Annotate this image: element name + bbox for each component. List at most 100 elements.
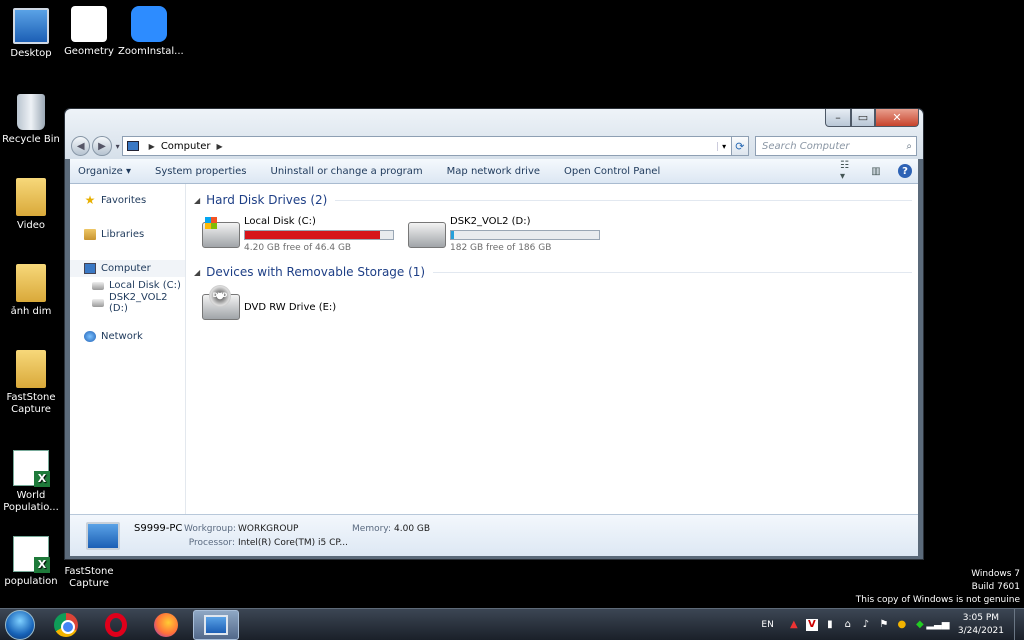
recent-pages-chevron-icon[interactable]: ▾	[116, 142, 120, 151]
drive-name: Local Disk (C:)	[244, 216, 316, 227]
computer-icon	[86, 521, 120, 550]
close-button[interactable]: ✕	[875, 109, 919, 127]
collapse-triangle-icon[interactable]: ◢	[194, 268, 200, 277]
desktop-icon-faststone-2[interactable]: FastStone Capture	[58, 566, 120, 590]
search-input[interactable]: Search Computer ⌕	[755, 136, 918, 156]
drive-free-space: 182 GB free of 186 GB	[450, 243, 552, 253]
taskbar: EN ▲ V ▮ ⌂ ♪ ⚑ ● ◆ ▂▃▅ 3:05 PM 3/24/2021	[0, 608, 1024, 640]
computer-icon	[126, 141, 139, 151]
breadcrumb-computer[interactable]: Computer	[161, 141, 211, 152]
drive-dsk2-vol2-d[interactable]: DSK2_VOL2 (D:) 182 GB free of 186 GB	[408, 216, 614, 256]
desktop-icon-video[interactable]: Video	[0, 178, 62, 232]
system-properties-button[interactable]: System properties	[155, 166, 247, 177]
folder-icon	[16, 264, 46, 302]
nav-item-label: Favorites	[101, 195, 147, 206]
flag-icon[interactable]: ⚑	[878, 619, 890, 631]
desktop-icon-label: FastStone Capture	[64, 566, 114, 589]
taskbar-opera[interactable]	[93, 610, 139, 640]
desktop-icon-label: population	[4, 576, 58, 587]
desktop-icon-zoom-installer[interactable]: ZoomInstal...	[118, 6, 184, 58]
desktop-icon-label: Recycle Bin	[2, 134, 60, 145]
computer-icon	[204, 614, 228, 635]
workgroup-label: Workgroup:	[184, 523, 236, 534]
memory-value: 4.00 GB	[394, 523, 431, 534]
drive-dvd-rw-e[interactable]: DVD RW Drive (E:)	[202, 285, 408, 328]
v-app-icon[interactable]: V	[805, 618, 818, 631]
nav-item-label: DSK2_VOL2 (D:)	[109, 291, 168, 314]
folder-icon	[16, 178, 46, 216]
minimize-button[interactable]: –	[825, 109, 851, 127]
antivirus-icon[interactable]: ▲	[788, 619, 800, 631]
system-tray: EN ▲ V ▮ ⌂ ♪ ⚑ ● ◆ ▂▃▅ 3:05 PM 3/24/2021	[761, 608, 1024, 640]
drive-usage-fill	[245, 231, 380, 239]
chrome-tray-icon[interactable]: ●	[896, 619, 908, 631]
explorer-window[interactable]: – ▭ ✕ ◀ ▶ ▾ ▶ Computer ▶ ▾ ⟳ Search Comp…	[64, 108, 924, 560]
details-pane: S9999-PC Workgroup: WORKGROUP Memory: 4.…	[70, 514, 918, 556]
desktop-icon-faststone[interactable]: FastStone Capture	[0, 350, 62, 416]
desktop-icon-recycle-bin[interactable]: Recycle Bin	[0, 94, 62, 146]
drive-local-disk-c[interactable]: Local Disk (C:) 4.20 GB free of 46.4 GB	[202, 216, 408, 256]
windows-watermark: Windows 7 Build 7601 This copy of Window…	[856, 568, 1020, 607]
nav-item-label: Local Disk (C:)	[109, 280, 181, 291]
removable-device-list: DVD RW Drive (E:)	[202, 285, 918, 328]
drive-usage-bar	[450, 230, 600, 240]
hard-drive-icon	[92, 298, 104, 307]
help-icon[interactable]: ?	[898, 164, 912, 178]
desktop-icon-anh-dim[interactable]: ảnh dim	[0, 264, 62, 318]
address-bar[interactable]: ▶ Computer ▶ ▾	[121, 136, 732, 156]
desktop-icon-world-population[interactable]: World Populatio...	[0, 450, 62, 514]
maximize-button[interactable]: ▭	[851, 109, 875, 127]
show-desktop-button[interactable]	[1014, 608, 1024, 640]
taskbar-firefox[interactable]	[143, 610, 189, 640]
nav-item-computer[interactable]: Computer	[70, 260, 185, 277]
volume-icon[interactable]: ♪	[860, 619, 872, 631]
address-dropdown-icon[interactable]: ▾	[716, 141, 731, 151]
nav-item-network[interactable]: Network	[70, 328, 185, 345]
dvd-drive-icon	[202, 285, 240, 320]
desktop-icon-label: ZoomInstal...	[118, 46, 184, 57]
main-pane: ◢ Hard Disk Drives (2) Local Disk (C:) 4…	[186, 184, 918, 514]
network-tray-icon[interactable]: ⌂	[842, 619, 854, 631]
group-header-hard-disks[interactable]: ◢ Hard Disk Drives (2)	[194, 192, 918, 208]
drive-usage-fill	[451, 231, 454, 239]
desktop-icon-label: ảnh dim	[10, 306, 52, 317]
nav-item-libraries[interactable]: Libraries	[70, 226, 185, 243]
desktop-icon-population[interactable]: population	[0, 536, 62, 588]
nav-item-favorites[interactable]: ★ Favorites	[70, 192, 185, 209]
hard-drive-icon	[408, 222, 446, 248]
open-control-panel-button[interactable]: Open Control Panel	[564, 166, 660, 177]
organize-button[interactable]: Organize ▾	[78, 166, 131, 177]
collapse-triangle-icon[interactable]: ◢	[194, 196, 200, 205]
breadcrumb-chevron-icon[interactable]: ▶	[149, 142, 155, 151]
pc-name: S9999-PC	[134, 523, 183, 534]
refresh-button[interactable]: ⟳	[731, 136, 750, 156]
uninstall-program-button[interactable]: Uninstall or change a program	[271, 166, 423, 177]
desktop-icon-label: FastStone Capture	[6, 392, 56, 415]
desktop-icon-desktop[interactable]: Desktop	[0, 8, 62, 60]
breadcrumb-chevron-icon[interactable]: ▶	[217, 142, 223, 151]
clock[interactable]: 3:05 PM 3/24/2021	[958, 612, 1004, 638]
signal-bars-icon[interactable]: ▂▃▅	[926, 619, 949, 631]
preview-pane-icon[interactable]: ▥	[868, 164, 884, 178]
nav-item-dsk2[interactable]: DSK2_VOL2 (D:)	[70, 291, 185, 314]
map-network-drive-button[interactable]: Map network drive	[447, 166, 540, 177]
windows-drive-icon	[202, 217, 240, 248]
taskbar-chrome[interactable]	[43, 610, 89, 640]
battery-icon[interactable]: ▮	[824, 619, 836, 631]
window-controls: – ▭ ✕	[825, 109, 919, 127]
recycle-bin-icon	[17, 94, 45, 130]
taskbar-explorer[interactable]	[193, 609, 239, 640]
star-icon: ★	[84, 193, 96, 207]
green-app-icon[interactable]: ◆	[914, 619, 926, 631]
desktop-icon-geometry[interactable]: Geometry	[58, 6, 120, 58]
zoom-app-icon	[131, 6, 167, 42]
forward-button[interactable]: ▶	[92, 136, 112, 156]
group-header-removable[interactable]: ◢ Devices with Removable Storage (1)	[194, 264, 918, 280]
language-indicator[interactable]: EN	[761, 620, 773, 630]
refresh-icon: ⟳	[735, 139, 745, 153]
start-button[interactable]	[5, 609, 35, 640]
computer-icon	[84, 263, 96, 274]
back-button[interactable]: ◀	[71, 136, 91, 156]
change-view-icon[interactable]: ☷ ▾	[840, 160, 856, 182]
search-icon[interactable]: ⌕	[906, 141, 912, 152]
